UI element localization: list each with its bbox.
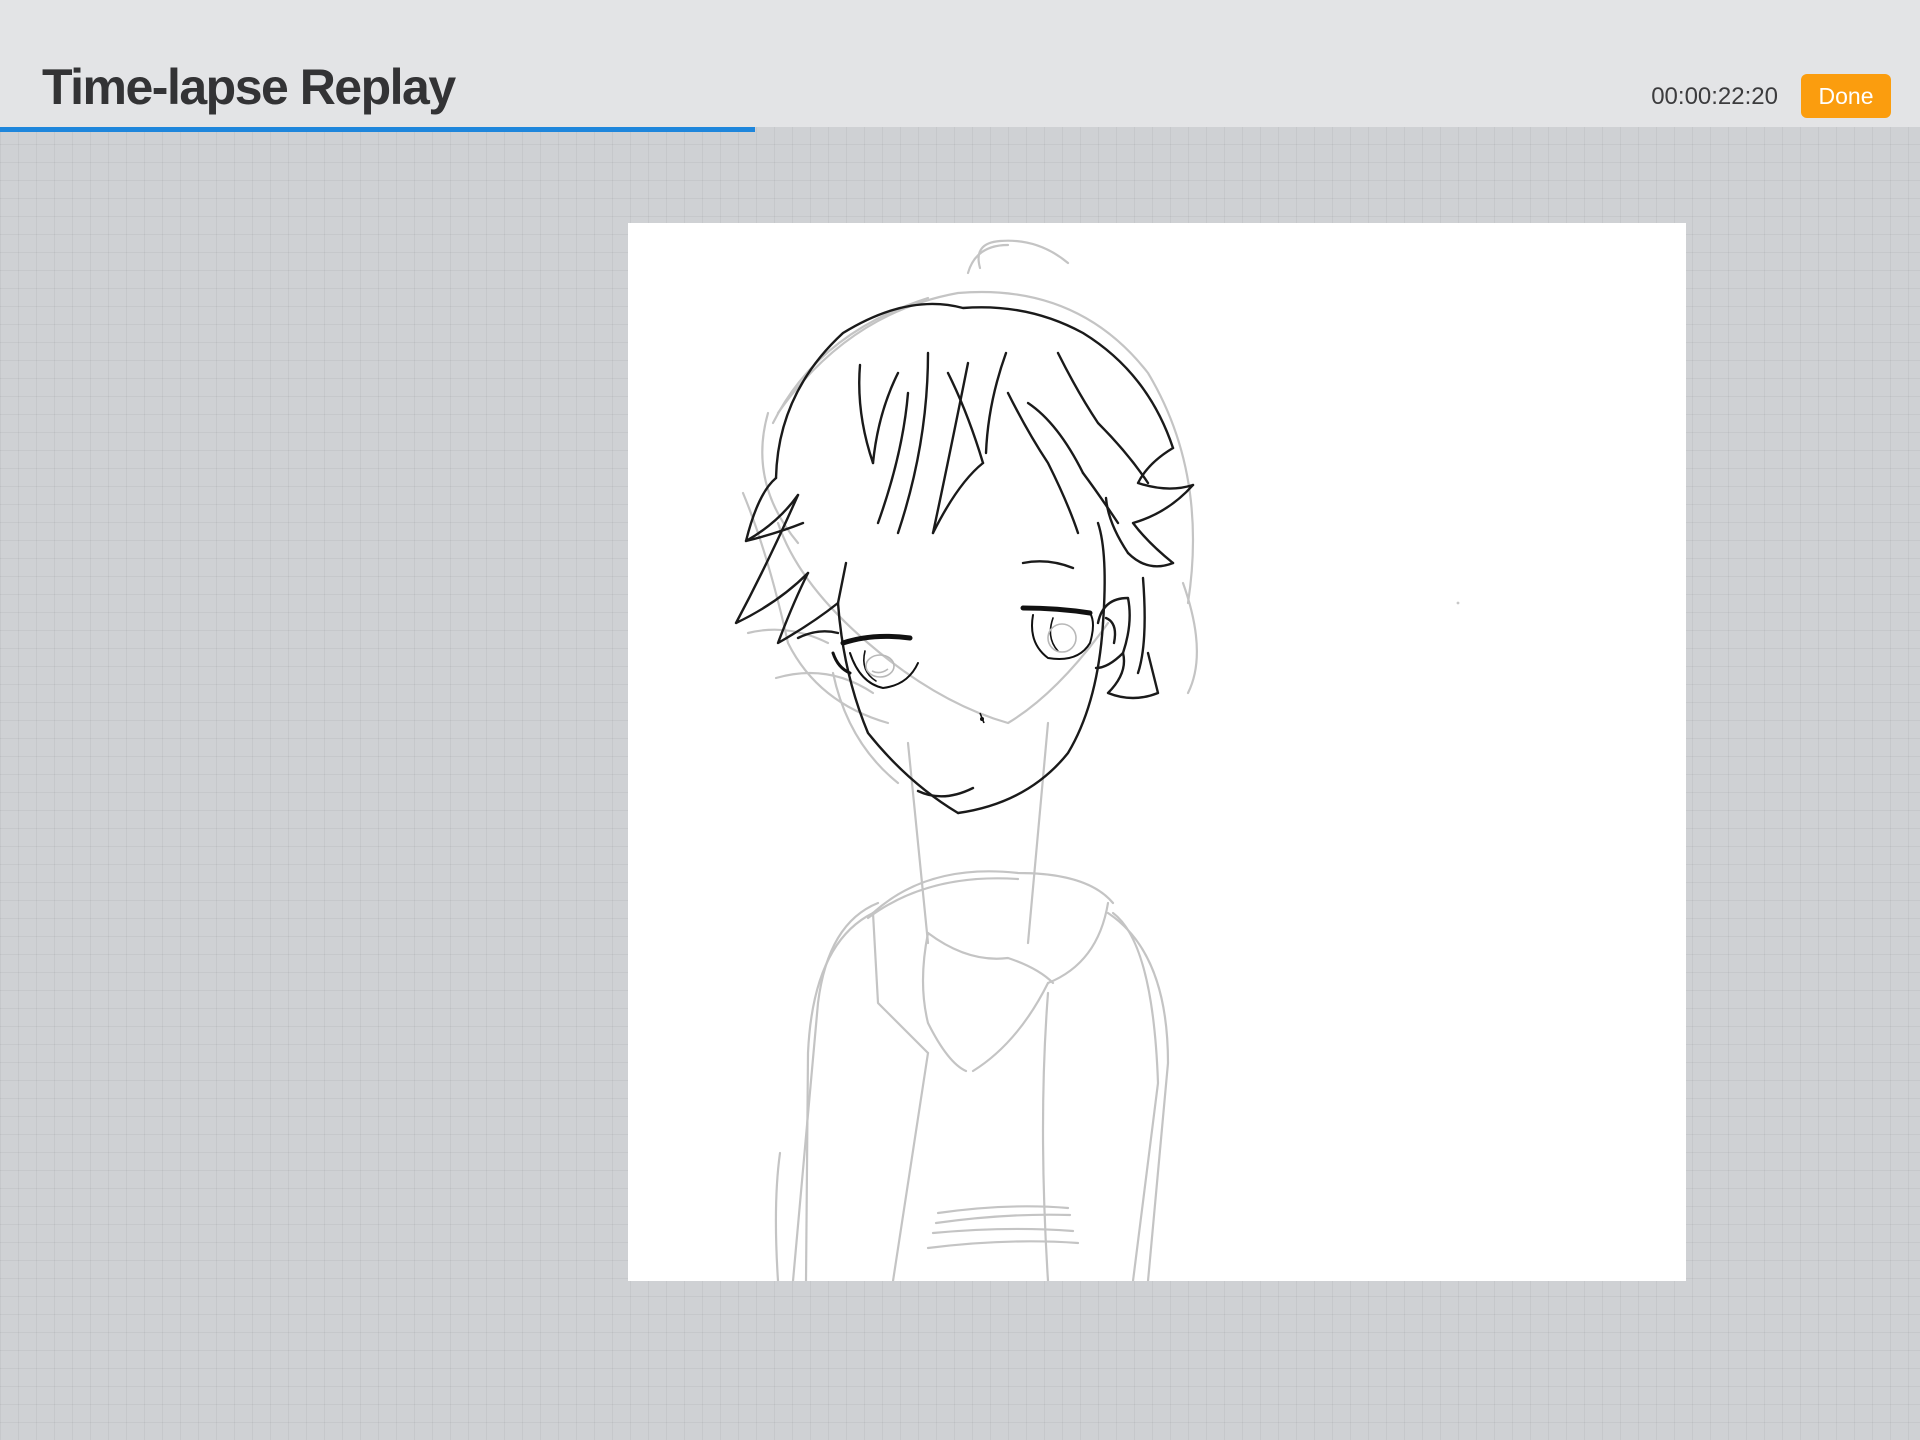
done-button[interactable]: Done xyxy=(1801,74,1891,118)
replay-timestamp: 00:00:22:20 xyxy=(1651,83,1778,110)
drawing-canvas xyxy=(628,223,1686,1281)
page-title: Time-lapse Replay xyxy=(42,59,456,115)
replay-progress-bar[interactable] xyxy=(0,127,1920,132)
replay-progress-fill xyxy=(0,127,755,132)
sketch-drawing xyxy=(734,239,1460,1281)
top-bar: Time-lapse Replay 00:00:22:20 Done xyxy=(0,0,1920,127)
